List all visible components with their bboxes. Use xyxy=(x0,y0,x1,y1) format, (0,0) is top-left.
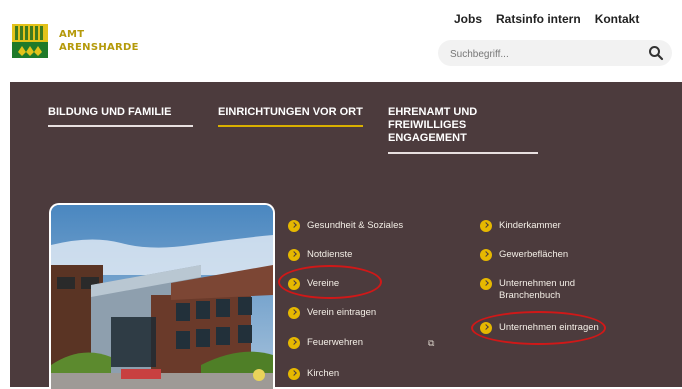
search-box xyxy=(438,40,672,66)
search-icon xyxy=(649,46,664,61)
menu-link-vereine[interactable]: Vereine xyxy=(288,278,339,290)
topnav-jobs-link[interactable]: Jobs xyxy=(454,12,482,26)
chevron-right-icon xyxy=(288,337,300,349)
chevron-right-icon xyxy=(288,368,300,380)
menu-tab-ehrenamt[interactable]: EHRENAMT UND FREIWILLIGES ENGAGEMENT xyxy=(388,106,538,154)
menu-link-label: Kinderkammer xyxy=(499,220,561,231)
menu-link-label: Vereine xyxy=(307,278,340,289)
menu-link-unternehmen-eintragen[interactable]: Unternehmen eintragen xyxy=(480,322,599,334)
topnav-kontakt-link[interactable]: Kontakt xyxy=(595,12,640,26)
menu-link-gesundheit[interactable]: Gesundheit & Soziales xyxy=(288,220,403,232)
menu-link-kinderkammer[interactable]: Kinderkammer xyxy=(480,220,561,232)
logo-line-1: AMT xyxy=(59,29,85,40)
coat-of-arms-icon xyxy=(10,22,50,60)
building-photo-image xyxy=(51,205,273,389)
building-photo xyxy=(49,203,275,389)
menu-link-verein-eintragen[interactable]: Verein eintragen xyxy=(288,307,376,319)
external-link-icon: ⧉ xyxy=(428,338,435,348)
menu-link-label: Kirchen xyxy=(307,368,340,379)
menu-tab-ehrenamt-label: EHRENAMT UND FREIWILLIGES ENGAGEMENT xyxy=(388,106,478,144)
search-input[interactable] xyxy=(448,44,642,64)
menu-tab-underline xyxy=(388,152,538,154)
logo-line-2: ARENSHARDE xyxy=(59,42,139,53)
menu-link-feuerwehren[interactable]: Feuerwehren ⧉ xyxy=(288,337,438,349)
menu-link-unternehmen-branchenbuch[interactable]: Unternehmen und Branchenbuch xyxy=(480,278,610,302)
menu-tab-einrichtungen-label: EINRICHTUNGEN VOR ORT xyxy=(218,106,363,118)
logo-wordmark: AMT ARENSHARDE xyxy=(59,28,139,54)
mega-menu: BILDUNG UND FAMILIE EINRICHTUNGEN VOR OR… xyxy=(10,82,682,389)
menu-tab-underline xyxy=(48,125,193,127)
menu-tab-bildung-label: BILDUNG UND FAMILIE xyxy=(48,106,172,118)
top-navigation: Jobs Ratsinfo intern Kontakt xyxy=(454,12,639,26)
site-header: AMT ARENSHARDE Jobs Ratsinfo intern Kont… xyxy=(0,0,682,82)
menu-link-notdienste[interactable]: Notdienste xyxy=(288,249,352,261)
chevron-right-icon xyxy=(288,249,300,261)
menu-link-label: Feuerwehren xyxy=(307,337,363,348)
chevron-right-icon xyxy=(288,307,300,319)
chevron-right-icon xyxy=(480,322,492,334)
menu-link-label: Gewerbeflächen xyxy=(499,249,569,260)
search-button[interactable] xyxy=(646,43,666,63)
menu-link-label: Unternehmen eintragen xyxy=(499,322,599,333)
chevron-right-icon xyxy=(480,278,492,290)
menu-link-gewerbeflaechen[interactable]: Gewerbeflächen xyxy=(480,249,568,261)
chevron-right-icon xyxy=(480,249,492,261)
menu-tab-einrichtungen[interactable]: EINRICHTUNGEN VOR ORT xyxy=(218,106,363,127)
menu-tab-active-underline xyxy=(218,125,363,127)
chevron-right-icon xyxy=(480,220,492,232)
menu-link-kirchen[interactable]: Kirchen xyxy=(288,368,339,380)
menu-tab-bildung[interactable]: BILDUNG UND FAMILIE xyxy=(48,106,193,127)
chevron-right-icon xyxy=(288,278,300,290)
menu-link-label: Verein eintragen xyxy=(307,307,377,318)
chevron-right-icon xyxy=(288,220,300,232)
menu-link-label: Gesundheit & Soziales xyxy=(307,220,404,231)
menu-link-label: Unternehmen und Branchenbuch xyxy=(499,278,576,301)
menu-link-label: Notdienste xyxy=(307,249,353,260)
topnav-ratsinfo-link[interactable]: Ratsinfo intern xyxy=(496,12,581,26)
site-logo[interactable]: AMT ARENSHARDE xyxy=(10,22,139,60)
